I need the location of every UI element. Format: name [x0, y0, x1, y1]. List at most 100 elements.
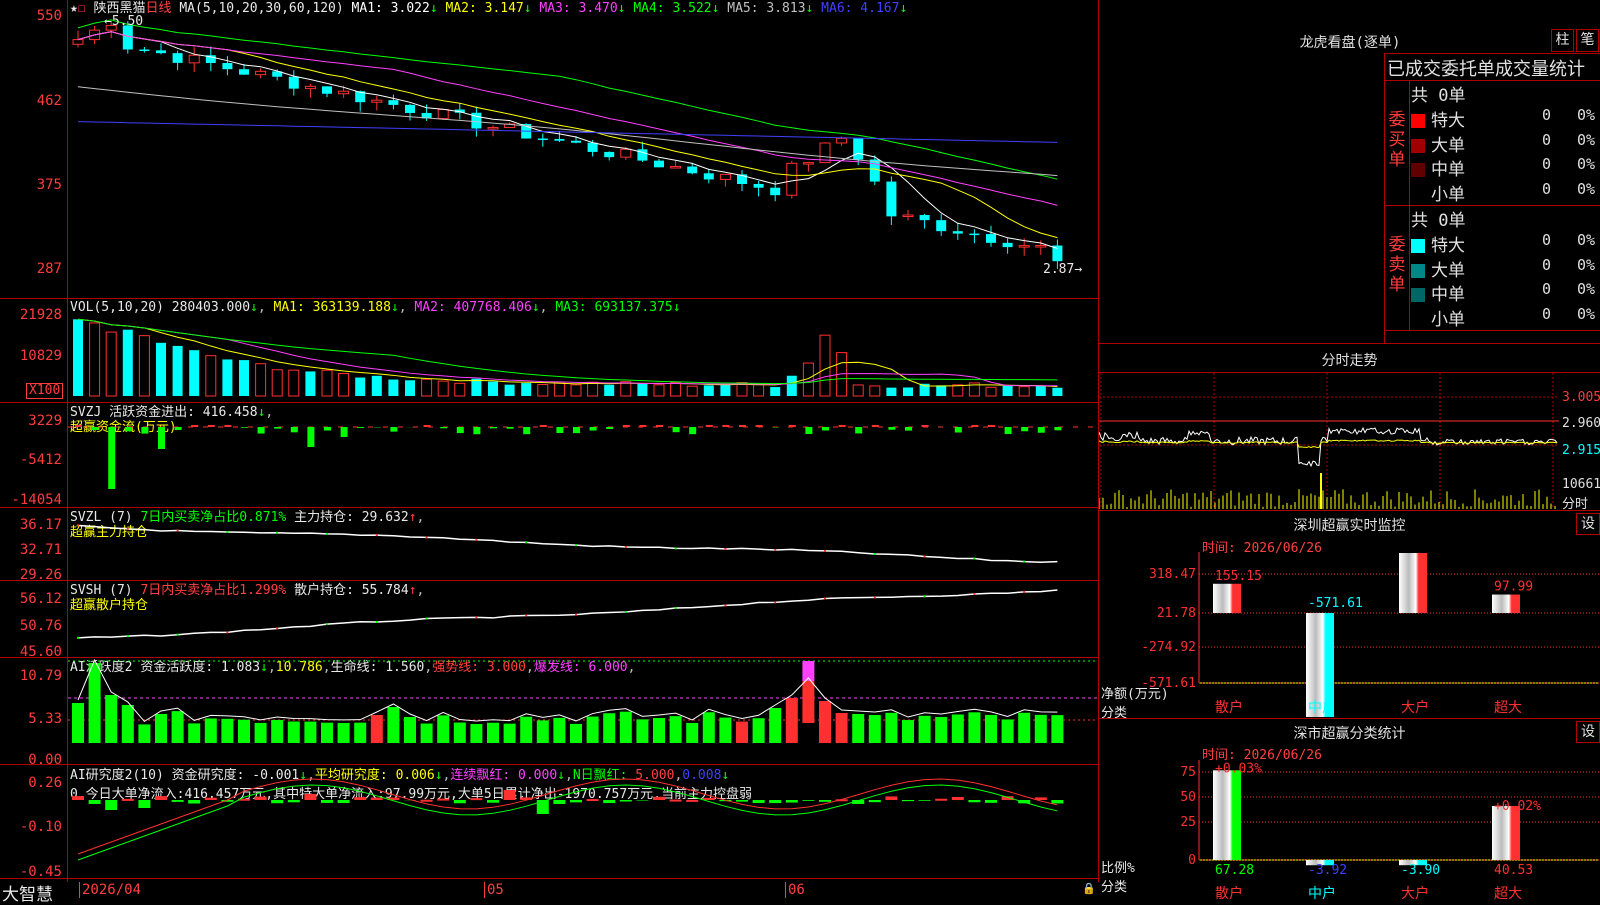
candle-up — [256, 71, 266, 74]
tick-view-button[interactable]: 笔 — [1576, 29, 1599, 52]
row-value: 0 — [1542, 131, 1551, 149]
vol-bar-down — [388, 380, 398, 396]
svsh-chart[interactable] — [68, 581, 1098, 657]
vol-chart[interactable] — [68, 299, 1098, 402]
svzj-bar-neg — [1054, 427, 1061, 430]
vol-bar-down — [505, 385, 515, 396]
ai1-ylabel-1: 10.79 — [0, 669, 62, 683]
monitor-svg-value-label: 318.47 — [1401, 552, 1448, 553]
fenshi-vol-label: 10661 — [1562, 477, 1600, 492]
vol-bar-up — [106, 332, 116, 396]
svzj-bar-pos — [988, 425, 995, 427]
ai1-bar — [304, 722, 316, 743]
candle-up — [671, 167, 681, 169]
ai2-bar-neg — [105, 800, 117, 810]
vol-bar-up — [687, 386, 697, 396]
ai2-ylabel-1: 0.26 — [0, 776, 62, 790]
candle-down — [969, 234, 979, 236]
vol-bar-up — [538, 385, 548, 396]
svzj-bar-neg — [673, 427, 680, 432]
candle-down — [222, 63, 232, 69]
classify-svg-ylabel: 25 — [1180, 815, 1196, 830]
svzj-bar-neg — [1005, 427, 1012, 434]
ai1-bar — [172, 711, 184, 743]
svzj-bar-pos — [424, 425, 431, 427]
vol-bar-up — [256, 364, 266, 396]
bar-view-button[interactable]: 柱 — [1551, 29, 1574, 52]
kline-ylabel-4: 287 — [0, 262, 62, 276]
svzj-bar-pos — [922, 425, 929, 427]
monitor-title: 深圳超赢实时监控 — [1099, 515, 1600, 535]
classify-settings-button[interactable]: 设 — [1576, 721, 1600, 743]
ai1-chart[interactable] — [68, 658, 1098, 764]
ai2-chart[interactable] — [68, 765, 1098, 878]
ai1-bar — [1002, 719, 1014, 743]
row-percent: 0% — [1577, 131, 1595, 149]
ai1-bar — [836, 713, 848, 743]
longhu-row-2: 大单 — [1411, 131, 1465, 156]
classify-chart[interactable]: 755025067.28+0.03%散户-3.92中户-3.90大户40.53+… — [1099, 760, 1600, 900]
vol-bar-up — [853, 385, 863, 396]
svzl-svg-dot — [177, 529, 179, 531]
vol-bar-down — [156, 343, 166, 396]
classify-svg-category: 中户 — [1308, 885, 1336, 900]
candle-up — [903, 215, 913, 217]
kline-chart[interactable] — [68, 0, 1098, 298]
svsh-svg-dot — [675, 607, 677, 609]
ai2-bar-neg — [553, 800, 565, 804]
svzj-bar-neg — [689, 427, 696, 434]
lock-icon[interactable]: 🔒 — [1082, 882, 1096, 895]
classify-svg-category: 散户 — [1215, 885, 1243, 900]
ai2-bar-neg — [172, 800, 184, 802]
vol-bar-down — [73, 319, 83, 396]
candle-up — [488, 128, 498, 130]
candle-down — [123, 25, 133, 49]
ai2-bar-pos — [504, 790, 516, 800]
ai1-bar — [968, 712, 980, 743]
monitor-settings-button[interactable]: 设 — [1576, 513, 1600, 535]
vol-unit-badge[interactable]: X100 — [26, 383, 63, 399]
vol-bar-up — [422, 379, 432, 396]
x-label-jun: 06 — [785, 882, 805, 898]
monitor-chart[interactable]: 318.4721.78-274.92-571.61155.15散户-571.61… — [1099, 552, 1600, 717]
candle-down — [870, 160, 880, 182]
monitor-svg-category: 中户 — [1308, 699, 1336, 716]
ai1-bar — [271, 720, 283, 743]
svzj-bar-neg — [1038, 427, 1045, 433]
svzj-bar-neg — [258, 427, 265, 434]
svzj-bar-neg — [291, 427, 298, 432]
ai2-bar-pos — [72, 796, 84, 800]
svsh-svg-dot — [973, 593, 975, 595]
ai2-bar-neg — [919, 800, 931, 801]
ai1-line — [78, 660, 1057, 721]
candle-down — [173, 53, 183, 63]
legend-swatch — [1411, 288, 1425, 302]
svzj-bar-neg — [888, 427, 895, 430]
classify-title: 深市超赢分类统计 — [1099, 723, 1600, 743]
monitor-svg-value-label: -571.61 — [1308, 596, 1363, 611]
svsh-svg-dot — [177, 634, 179, 636]
candle-down — [920, 215, 930, 220]
vol-bar-up — [438, 381, 448, 396]
ai2-bar-pos — [935, 799, 947, 801]
kline-low-label: 2.87→ — [1043, 262, 1082, 277]
svzl-svg-dot — [874, 553, 876, 555]
svzl-svg-dot — [475, 539, 477, 541]
candle-down — [405, 105, 415, 113]
classify-svg-bar-3 — [1492, 806, 1520, 860]
svzj-bar-pos — [191, 425, 198, 427]
vol-bar-up — [322, 370, 332, 396]
ai2-bar-pos — [587, 799, 599, 801]
ai2-bar-pos — [122, 799, 134, 801]
svzj-chart[interactable] — [68, 403, 1098, 507]
sell-side-label: 委卖单 — [1386, 235, 1408, 295]
svzj-bar-neg — [1021, 427, 1028, 431]
ma-line-4 — [78, 20, 1057, 179]
svzl-svg-dot — [724, 548, 726, 550]
fenshi-chart[interactable] — [1099, 373, 1600, 509]
candle-up — [837, 138, 847, 143]
ai2-bar-neg — [786, 800, 798, 803]
svzl-chart[interactable] — [68, 508, 1098, 580]
ai1-bar — [89, 663, 101, 743]
ai2-bar-pos — [255, 797, 267, 800]
